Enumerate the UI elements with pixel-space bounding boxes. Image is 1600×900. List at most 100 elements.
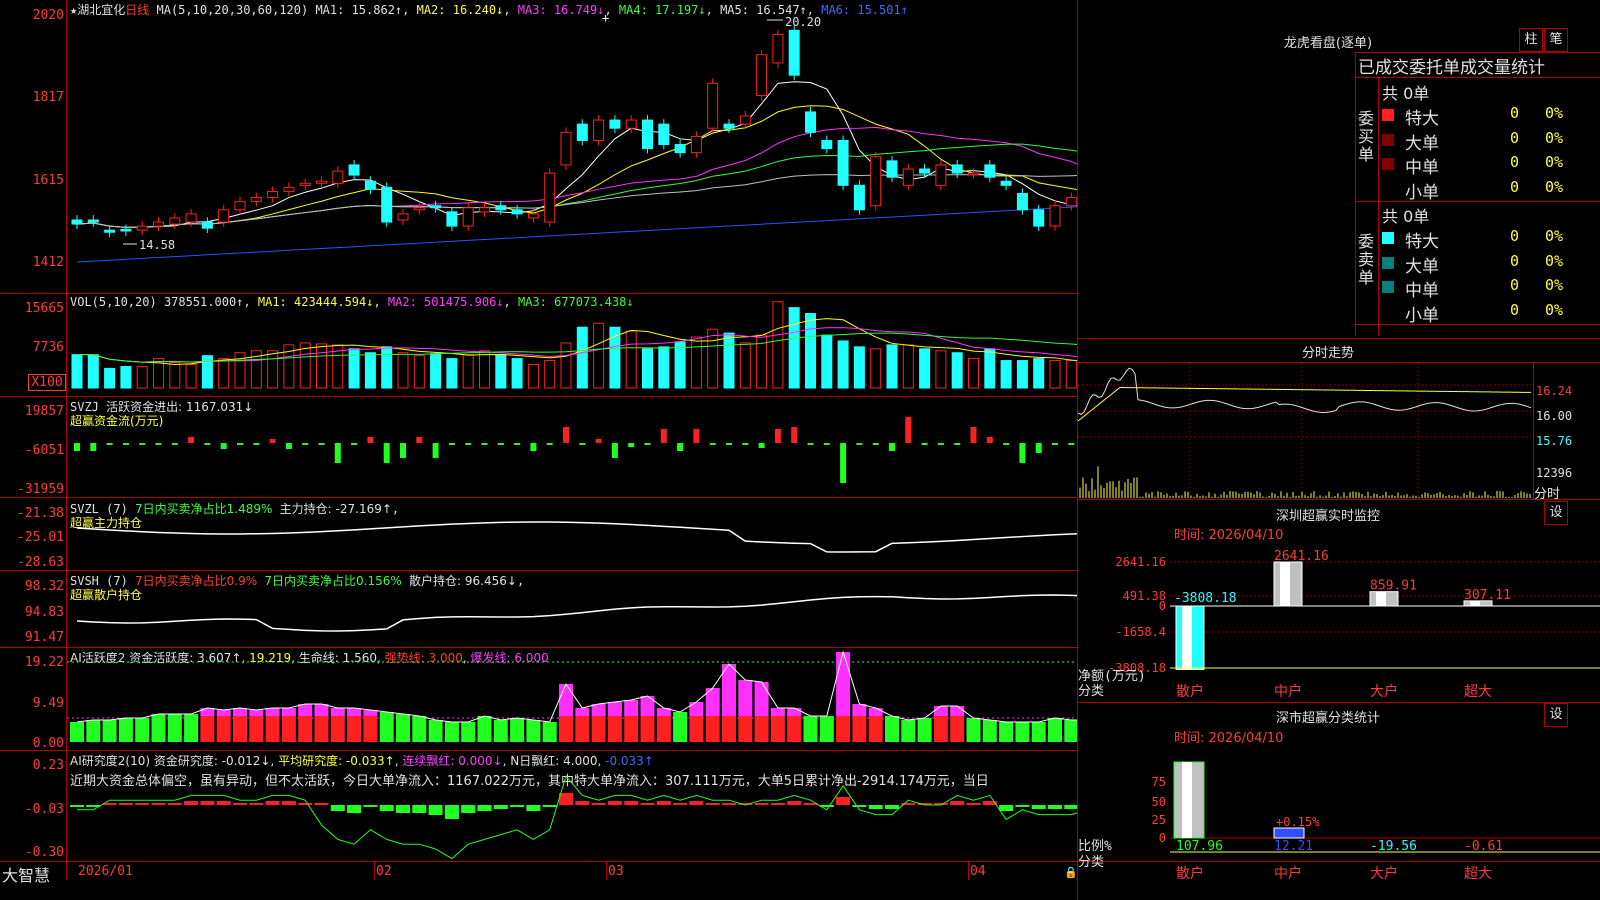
monitor-net-label: 净额(万元) [1078,669,1146,684]
order-label: 小单 [1405,301,1439,326]
activity-bar [918,718,932,742]
flow-bar [286,443,292,449]
volume-bar [854,347,864,388]
flow-bar [90,443,96,451]
ai1-chart[interactable] [67,648,1077,750]
candle [414,208,424,210]
research-bar [200,801,214,805]
candle [773,34,783,63]
flow-bar [856,443,862,445]
activity-bar [820,716,834,742]
research-bar [624,801,638,805]
monitor-tick: 0 [1159,599,1166,613]
svzj-tick-1: 19857 [0,404,64,419]
order-label: 大单 [1405,129,1439,154]
activity-top [217,710,231,716]
order-swatch [1382,281,1394,293]
candle [594,120,604,140]
order-swatch [1382,109,1394,121]
activity-bar [836,716,850,742]
ai1-tick-1: 19.22 [0,655,64,670]
flow-bar [840,443,846,483]
lhb-title: 龙虎看盘(逐单) [1078,32,1578,51]
class-value: -19.56 [1370,839,1417,854]
activity-bar [787,716,801,742]
flow-bar [726,443,732,445]
activity-top [950,706,964,716]
activity-bar [331,716,345,742]
svzj-chart[interactable] [67,397,1077,497]
order-row: 小单 0 0% [1380,301,1600,323]
candle [985,165,995,177]
ai2-tick-3: -0.30 [0,845,64,860]
volume-bar [659,347,669,388]
volume-bar [545,361,555,388]
order-row: 中单 0 0% [1380,276,1600,298]
class-settings-button[interactable]: 设 [1544,703,1568,727]
monitor-chart[interactable]: 2641.16491.380-1658.4-3808.18-3808.18264… [1078,540,1600,702]
monitor-tick: -1658.4 [1115,625,1166,639]
research-bar [249,803,263,805]
svzj-tick-2: -6051 [0,443,64,458]
svsh-chart[interactable] [67,571,1077,647]
flow-bar [954,443,960,445]
tick-view-button[interactable]: 笔 [1544,28,1568,52]
order-count: 0 [1510,252,1519,270]
volume-bar [871,349,881,388]
class-tick: 75 [1152,775,1166,789]
order-count: 0 [1510,178,1519,196]
volume-bar [773,302,783,388]
flow-bar [547,443,553,445]
flow-bar [693,429,699,443]
candle [219,210,229,222]
research-bar [852,805,866,807]
intraday-chart[interactable] [1078,363,1533,499]
activity-bar [266,716,280,742]
research-line [77,776,1077,858]
svsh-tick-1: 98.32 [0,579,64,594]
candle [871,157,881,206]
activity-top [282,708,296,716]
volume-bar [496,355,506,388]
activity-top [592,704,606,716]
date-tick-1: 2026/01 [78,864,133,879]
research-bar [347,805,361,813]
monitor-value: -3808.18 [1174,591,1237,606]
ai2-chart[interactable] [67,751,1077,861]
activity-bar [1032,722,1046,742]
volume-bar [300,343,310,388]
research-bar [1032,805,1046,809]
research-bar [657,801,671,805]
buy-label: 委买单 [1358,110,1374,164]
svzl-chart[interactable] [67,498,1077,570]
candle [382,187,392,222]
svzl-tick-1: -21.38 [0,506,64,521]
class-value: 12.21 [1274,839,1313,854]
volume-bar [447,359,457,388]
fs-tick-3: 15.76 [1536,434,1572,448]
flow-bar [596,439,602,443]
flow-bar [514,443,520,445]
volume-bar [365,353,375,388]
research-bar [152,803,166,805]
candle [610,120,620,128]
research-bar [559,793,573,805]
class-bar [1274,828,1304,838]
vol-tick-2: 7736 [0,340,64,355]
monitor-settings-button[interactable]: 设 [1544,501,1568,525]
activity-bar [1015,722,1029,742]
activity-bar [641,716,655,742]
lock-icon[interactable]: 🔒 [1064,866,1078,879]
column-view-button[interactable]: 柱 [1519,28,1543,52]
price-chart[interactable]: 20.20 14.58 + [67,0,1077,293]
research-bar [1064,805,1077,809]
volume-chart[interactable] [67,294,1077,396]
volume-bar [561,343,571,388]
research-bar [494,805,508,809]
class-chart[interactable]: 75 50 25 0 +0.15% 107.96 12.21 -19.56 -0.61 比例%分类… [1078,742,1600,900]
svzl-tick-3: -28.63 [0,555,64,570]
candle [463,208,473,226]
candle [105,230,115,232]
class-note: +0.15% [1276,815,1320,829]
flow-bar [791,427,797,443]
